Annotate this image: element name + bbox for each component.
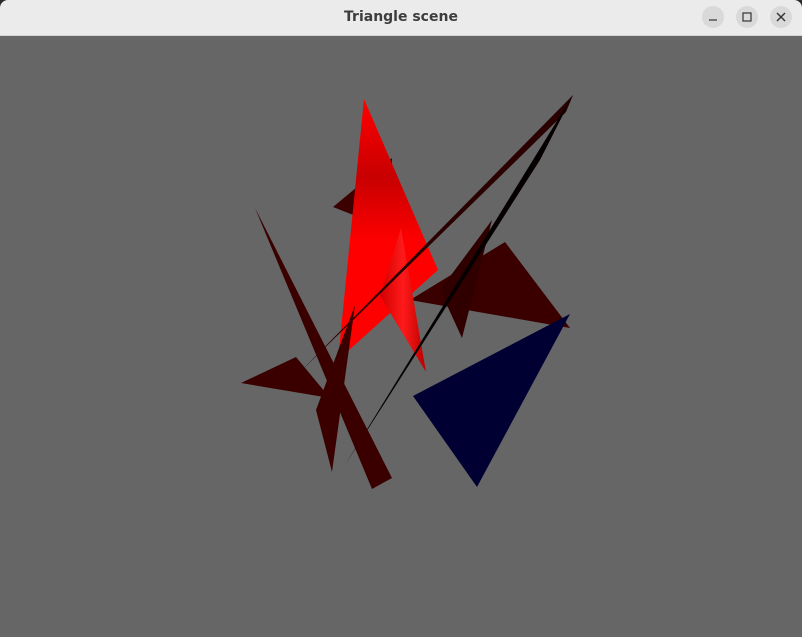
triangle-scene (241, 95, 573, 489)
maroon-sliver-long (300, 95, 573, 372)
window-title: Triangle scene (344, 9, 458, 25)
maroon-triangle-left (241, 357, 330, 398)
maximize-icon (742, 12, 752, 22)
close-icon (776, 12, 786, 22)
close-button[interactable] (770, 6, 792, 28)
minimize-button[interactable] (702, 6, 724, 28)
maroon-triangle-right (410, 242, 570, 328)
maximize-button[interactable] (736, 6, 758, 28)
render-viewport[interactable] (0, 36, 802, 637)
title-bar[interactable]: Triangle scene (0, 0, 802, 36)
red-triangle-large (338, 99, 438, 360)
navy-triangle (413, 314, 570, 487)
app-window: Triangle scene (0, 0, 802, 637)
minimize-icon (709, 19, 717, 21)
